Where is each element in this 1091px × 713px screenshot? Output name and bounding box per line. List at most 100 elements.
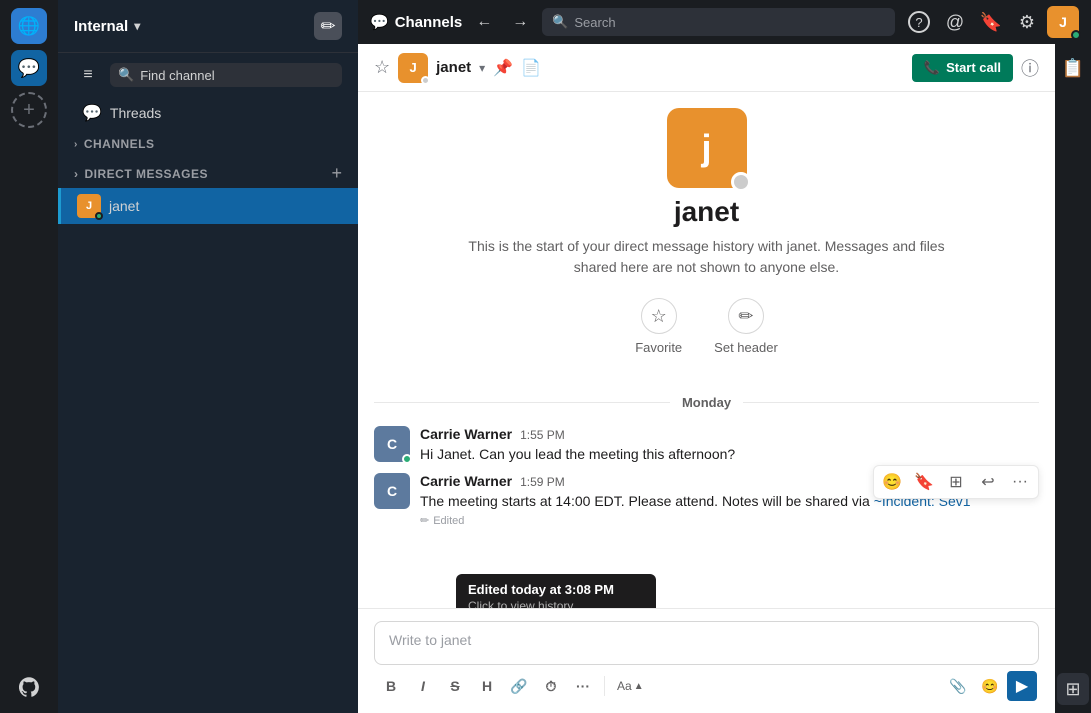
- message-author-1[interactable]: Carrie Warner: [420, 426, 512, 442]
- edited-label[interactable]: Edited: [433, 515, 464, 527]
- chat-panel: ☆ J janet ▾ 📌 📄 📞 Start call ⓘ: [358, 44, 1055, 713]
- set-header-action-label: Set header: [714, 340, 778, 355]
- dm-section-label: DIRECT MESSAGES: [85, 167, 209, 181]
- profile-section: j janet This is the start of your direct…: [457, 108, 957, 355]
- right-panel-icon: 📋: [1062, 58, 1084, 79]
- app-name-label: Channels: [395, 14, 463, 31]
- channels-icon[interactable]: 💬: [11, 50, 47, 86]
- channels-section-header[interactable]: › CHANNELS: [58, 129, 358, 155]
- profile-avatar-status: [731, 172, 751, 192]
- timer-button[interactable]: ⏱: [536, 671, 566, 701]
- icon-bar: 🌐 💬 +: [0, 0, 58, 713]
- message-input[interactable]: Write to janet: [374, 621, 1039, 665]
- text-style-button[interactable]: Aa ▲: [611, 675, 650, 697]
- chat-messages[interactable]: j janet This is the start of your direct…: [358, 92, 1055, 608]
- workspace-icon[interactable]: 🌐: [11, 8, 47, 44]
- dm-chevron-icon: ›: [74, 167, 79, 181]
- info-button[interactable]: ⓘ: [1021, 55, 1039, 81]
- add-dm-button[interactable]: +: [331, 163, 342, 184]
- dm-section-header[interactable]: › DIRECT MESSAGES +: [58, 155, 358, 188]
- grid-icon: ⊞: [1065, 679, 1080, 700]
- right-panel: 📋 ⊞: [1055, 44, 1091, 713]
- sidebar-toolbar: ≡ 🔍 Find channel: [58, 53, 358, 97]
- at-button[interactable]: @: [939, 6, 971, 38]
- bookmark-icon: 🔖: [980, 12, 1002, 33]
- question-icon: ?: [908, 11, 930, 33]
- attachment-button[interactable]: 📎: [943, 671, 973, 701]
- back-button[interactable]: ←: [470, 8, 498, 36]
- recipient-chevron-icon[interactable]: ▾: [479, 61, 485, 75]
- top-bar: 💬 Channels ← → 🔍 Search ? @ 🔖 ⚙ J: [358, 0, 1091, 44]
- bold-button[interactable]: B: [376, 671, 406, 701]
- dm-label: › DIRECT MESSAGES: [74, 167, 208, 181]
- app-icon: 💬: [370, 13, 389, 31]
- dm-item-janet[interactable]: J janet: [58, 188, 358, 224]
- forward-button[interactable]: →: [506, 8, 534, 36]
- input-toolbar: B I S H 🔗 ⏱ ··· Aa ▲ 📎 😊 ▶: [374, 671, 1039, 701]
- message-time-1: 1:55 PM: [520, 428, 565, 442]
- chat-recipient-name[interactable]: janet: [436, 59, 471, 76]
- search-bar[interactable]: 🔍 Search: [542, 8, 895, 36]
- more-actions-button[interactable]: ···: [1006, 468, 1034, 496]
- filter-button[interactable]: ≡: [74, 61, 102, 89]
- message-author-2[interactable]: Carrie Warner: [420, 473, 512, 489]
- question-button[interactable]: ?: [903, 6, 935, 38]
- toolbar-separator: [604, 676, 605, 696]
- github-icon[interactable]: [11, 669, 47, 705]
- message-avatar-carrie-2: C: [374, 473, 410, 509]
- chat-recipient-avatar[interactable]: J: [398, 53, 428, 83]
- user-avatar[interactable]: J: [1047, 6, 1079, 38]
- add-workspace-button[interactable]: +: [11, 92, 47, 128]
- day-separator-line-left: [374, 402, 670, 403]
- threads-label: Threads: [110, 105, 161, 121]
- set-header-action[interactable]: ✏ Set header: [714, 298, 778, 355]
- message-text-1: Hi Janet. Can you lead the meeting this …: [420, 444, 1039, 465]
- user-status-dot: [1071, 30, 1081, 40]
- channels-chevron-icon: ›: [74, 139, 78, 150]
- edit-tooltip: Edited today at 3:08 PM Click to view hi…: [456, 574, 656, 608]
- heading-button[interactable]: H: [472, 671, 502, 701]
- send-button[interactable]: ▶: [1007, 671, 1037, 701]
- workspace-name[interactable]: Internal ▾: [74, 18, 140, 35]
- find-channel-label: Find channel: [140, 68, 214, 83]
- bookmark-button[interactable]: 🔖: [975, 6, 1007, 38]
- profile-actions: ☆ Favorite ✏ Set header: [635, 298, 778, 355]
- profile-description: This is the start of your direct message…: [457, 236, 957, 278]
- message-content-1: Carrie Warner 1:55 PM Hi Janet. Can you …: [420, 426, 1039, 465]
- search-icon: 🔍: [552, 14, 568, 30]
- day-separator-line-right: [743, 402, 1039, 403]
- profile-avatar-large: j: [667, 108, 747, 188]
- bookmark-message-button[interactable]: 🔖: [910, 468, 938, 496]
- recipient-status-dot: [421, 76, 430, 85]
- profile-name-large: janet: [674, 196, 739, 228]
- settings-button[interactable]: ⚙: [1011, 6, 1043, 38]
- sidebar-item-threads[interactable]: 💬 Threads: [66, 97, 350, 129]
- emoji-reaction-button[interactable]: 😊: [878, 468, 906, 496]
- carrie-status-dot: [402, 454, 412, 464]
- send-icon: ▶: [1016, 676, 1028, 696]
- settings-icon: ⚙: [1019, 12, 1035, 33]
- pin-icon[interactable]: 📌: [493, 58, 513, 78]
- favorite-star-button[interactable]: ☆: [374, 57, 390, 78]
- reply-button[interactable]: ↩: [974, 468, 1002, 496]
- chat-header-left: ☆ J janet ▾ 📌 📄: [374, 53, 541, 83]
- more-formatting-button[interactable]: ···: [568, 671, 598, 701]
- link-button[interactable]: 🔗: [504, 671, 534, 701]
- start-call-button[interactable]: 📞 Start call: [912, 54, 1013, 82]
- new-message-button[interactable]: ✏: [314, 12, 342, 40]
- emoji-button[interactable]: 😊: [975, 671, 1005, 701]
- find-channel-input[interactable]: 🔍 Find channel: [110, 63, 342, 87]
- strikethrough-button[interactable]: S: [440, 671, 470, 701]
- day-separator: Monday: [374, 395, 1039, 410]
- doc-icon[interactable]: 📄: [521, 58, 541, 78]
- set-header-action-icon: ✏: [728, 298, 764, 334]
- tooltip-view-history[interactable]: Click to view history: [468, 599, 644, 608]
- right-panel-button[interactable]: 📋: [1057, 52, 1089, 84]
- italic-button[interactable]: I: [408, 671, 438, 701]
- day-separator-label: Monday: [682, 395, 731, 410]
- message-grid-button[interactable]: ⊞: [942, 468, 970, 496]
- search-placeholder: Search: [574, 15, 615, 30]
- workspace-chevron-icon: ▾: [134, 19, 140, 33]
- favorite-action[interactable]: ☆ Favorite: [635, 298, 682, 355]
- grid-view-button[interactable]: ⊞: [1057, 673, 1089, 705]
